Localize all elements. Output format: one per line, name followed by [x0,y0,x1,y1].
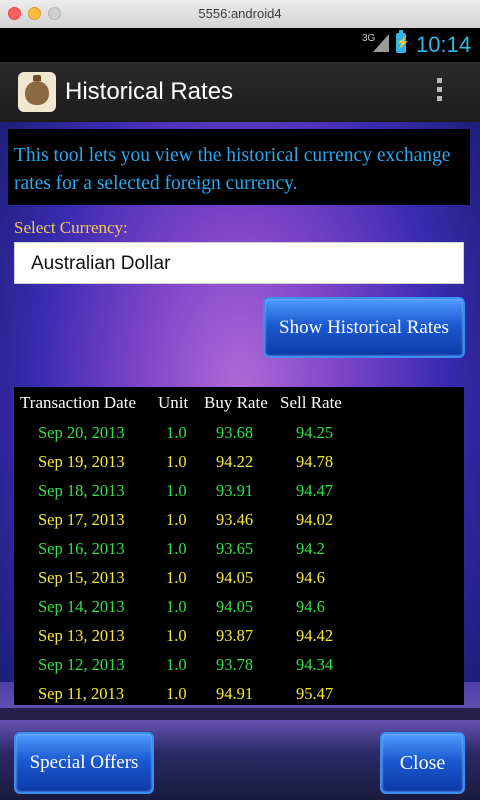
cell-date: Sep 14, 2013 [38,597,125,616]
battery-charging-icon: ⚡ [396,30,410,53]
cell-sell-rate: 94.42 [296,626,334,645]
cell-sell-rate: 95.47 [296,684,334,703]
cell-unit: 1.0 [166,481,187,500]
cell-date: Sep 19, 2013 [38,452,125,471]
cell-buy-rate: 93.78 [216,655,254,674]
cell-date: Sep 18, 2013 [38,481,125,500]
cell-buy-rate: 94.22 [216,452,254,471]
cell-date: Sep 16, 2013 [38,539,125,558]
status-bar: 3G ⚡ 10:14 [0,28,480,62]
cell-date: Sep 20, 2013 [38,423,125,442]
cell-buy-rate: 93.65 [216,539,254,558]
cell-sell-rate: 94.25 [296,423,334,442]
cell-unit: 1.0 [166,510,187,529]
window-title: 5556:android4 [198,6,282,21]
overflow-menu-icon[interactable] [436,78,444,106]
cell-sell-rate: 94.6 [296,597,325,616]
info-panel: This tool lets you view the historical c… [8,129,470,205]
currency-selected-value: Australian Dollar [31,253,171,274]
cell-date: Sep 13, 2013 [38,626,125,645]
info-text: This tool lets you view the historical c… [14,145,451,194]
close-button[interactable]: Close [380,732,465,794]
currency-label: Select Currency: [14,218,128,237]
cell-unit: 1.0 [166,539,187,558]
cell-date: Sep 17, 2013 [38,510,125,529]
cell-unit: 1.0 [166,597,187,616]
cell-buy-rate: 94.91 [216,684,254,703]
header-sell-rate: Sell Rate [280,393,342,412]
cell-buy-rate: 94.05 [216,597,254,616]
main-content: This tool lets you view the historical c… [0,122,480,800]
rates-table: Transaction Date Unit Buy Rate Sell Rate… [14,387,464,705]
cell-buy-rate: 93.91 [216,481,254,500]
status-time: 10:14 [416,32,472,57]
cell-unit: 1.0 [166,452,187,471]
table-row: Sep 17, 2013 1.0 93.46 94.02 [14,506,464,535]
cell-unit: 1.0 [166,626,187,645]
table-row: Sep 11, 2013 1.0 94.91 95.47 [14,680,464,709]
cell-date: Sep 11, 2013 [38,684,125,703]
table-row: Sep 13, 2013 1.0 93.87 94.42 [14,622,464,651]
background-pier [0,708,480,720]
show-historical-rates-button[interactable]: Show Historical Rates [263,297,465,358]
signal-icon [373,34,389,52]
table-row: Sep 14, 2013 1.0 94.05 94.6 [14,593,464,622]
table-header: Transaction Date Unit Buy Rate Sell Rate [14,391,464,417]
table-row: Sep 16, 2013 1.0 93.65 94.2 [14,535,464,564]
cell-unit: 1.0 [166,568,187,587]
special-offers-button[interactable]: Special Offers [14,732,154,794]
cell-sell-rate: 94.78 [296,452,334,471]
table-row: Sep 20, 2013 1.0 93.68 94.25 [14,419,464,448]
cell-buy-rate: 93.87 [216,626,254,645]
cell-buy-rate: 93.68 [216,423,254,442]
cell-buy-rate: 94.05 [216,568,254,587]
header-buy-rate: Buy Rate [204,393,268,412]
cell-sell-rate: 94.34 [296,655,334,674]
header-unit: Unit [158,393,189,412]
currency-select[interactable]: Australian Dollar [14,242,464,284]
window-titlebar: 5556:android4 [0,0,480,29]
cell-sell-rate: 94.2 [296,539,325,558]
cell-buy-rate: 93.46 [216,510,254,529]
table-row: Sep 18, 2013 1.0 93.91 94.47 [14,477,464,506]
money-bag-icon[interactable] [18,72,56,112]
table-row: Sep 12, 2013 1.0 93.78 94.34 [14,651,464,680]
cell-unit: 1.0 [166,684,187,703]
cell-sell-rate: 94.6 [296,568,325,587]
action-bar: Historical Rates [0,62,480,122]
cell-unit: 1.0 [166,423,187,442]
cell-sell-rate: 94.47 [296,481,334,500]
table-row: Sep 15, 2013 1.0 94.05 94.6 [14,564,464,593]
page-title: Historical Rates [65,78,234,105]
cell-date: Sep 15, 2013 [38,568,125,587]
cell-date: Sep 12, 2013 [38,655,125,674]
cell-sell-rate: 94.02 [296,510,334,529]
table-row: Sep 19, 2013 1.0 94.22 94.78 [14,448,464,477]
cell-unit: 1.0 [166,655,187,674]
header-transaction-date: Transaction Date [20,393,136,412]
